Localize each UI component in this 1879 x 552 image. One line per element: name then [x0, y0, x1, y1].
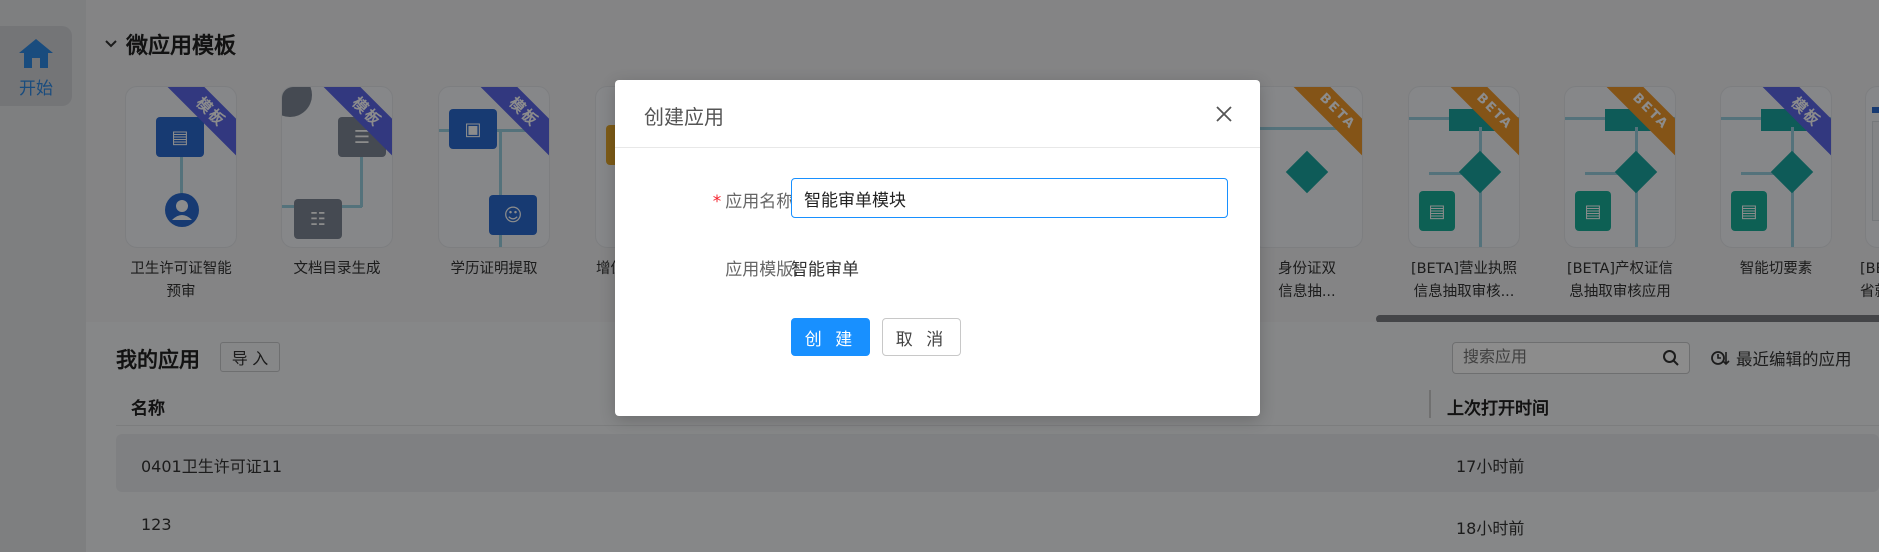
- app-name-input[interactable]: [791, 178, 1228, 218]
- app-template-value: 智能审单: [791, 260, 859, 280]
- app-template-label: 应用模版:: [725, 260, 799, 280]
- cancel-button[interactable]: 取 消: [882, 318, 961, 356]
- app-name-row: * 应用名称:: [615, 178, 1260, 218]
- app-name-label: * 应用名称:: [713, 187, 799, 212]
- dialog-title: 创建应用: [644, 105, 724, 129]
- app-name-label-text: 应用名称:: [725, 192, 799, 212]
- create-button[interactable]: 创 建: [791, 318, 870, 356]
- required-asterisk: *: [712, 192, 722, 212]
- dialog-header: 创建应用: [615, 80, 1260, 148]
- app-template-row: 应用模版: 智能审单: [615, 246, 1260, 286]
- create-app-dialog: 创建应用 *应用名称: 应用模版: 智能审单 创 建 取 消: [615, 80, 1260, 416]
- close-icon[interactable]: [1212, 102, 1236, 126]
